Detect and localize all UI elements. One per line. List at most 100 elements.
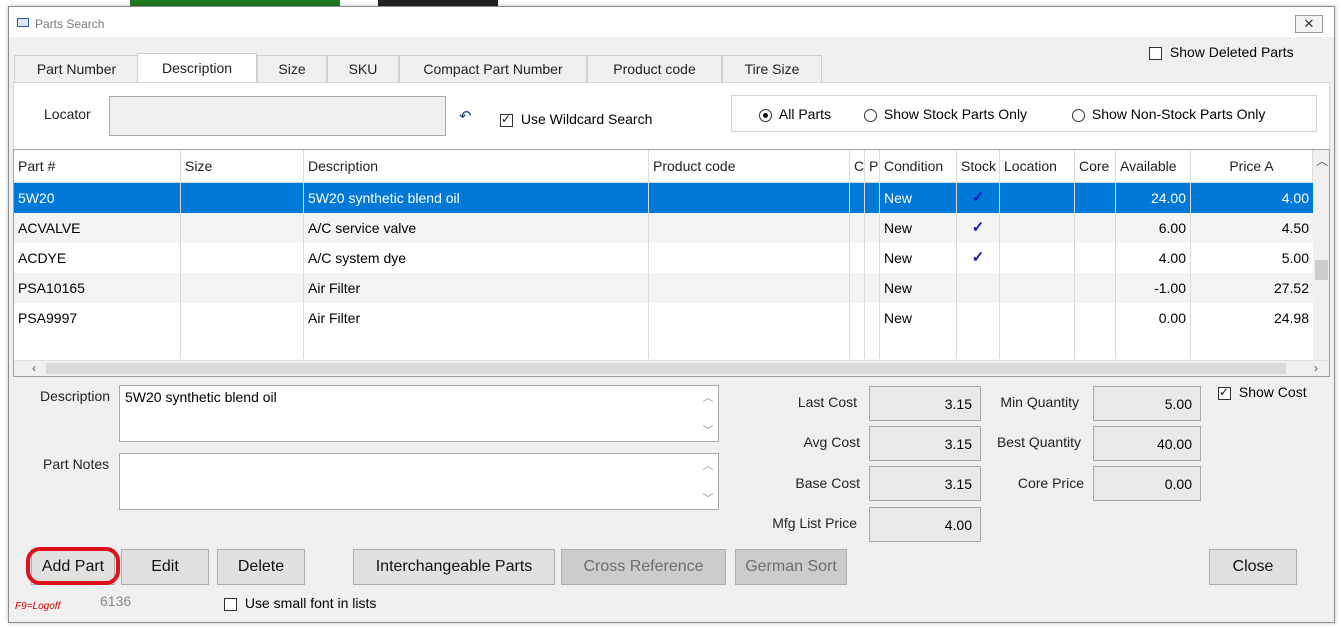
cell-product	[649, 213, 849, 243]
cell-part: 5W20	[18, 190, 55, 206]
core-price-field: 0.00	[1093, 466, 1201, 501]
cell-core	[1075, 273, 1115, 303]
cell-condition: New	[884, 280, 913, 296]
table-row[interactable]: PSA9997 Air Filter New 0.00 24.98	[14, 303, 1314, 333]
cell-part: PSA9997	[18, 310, 78, 326]
table-row[interactable]: ACVALVE A/C service valve New ✓ 6.00 4.50	[14, 213, 1314, 243]
show-cost-checkbox[interactable]: Show Cost	[1218, 384, 1307, 400]
scroll-right-icon[interactable]: ›	[1314, 361, 1318, 375]
close-button[interactable]: Close	[1209, 549, 1297, 585]
description-textarea[interactable]: 5W20 synthetic blend oil ︿ ﹀	[119, 385, 719, 442]
edit-button[interactable]: Edit	[121, 549, 209, 585]
german-sort-button[interactable]: German Sort	[735, 549, 847, 585]
small-font-checkbox[interactable]: Use small font in lists	[224, 595, 376, 611]
min-quantity-label: Min Quantity	[1000, 394, 1079, 410]
tab-sku[interactable]: SKU	[327, 55, 399, 82]
wildcard-check-icon[interactable]	[500, 112, 513, 127]
table-row[interactable]: ACDYE A/C system dye New ✓ 4.00 5.00	[14, 243, 1314, 273]
all-parts-radio-icon[interactable]	[759, 108, 772, 122]
col-header-product-code[interactable]: Product code	[649, 150, 850, 182]
col-divider	[1115, 183, 1116, 359]
cell-price-a: 5.00	[1281, 250, 1309, 266]
grid-rows: 5W20 5W20 synthetic blend oil New ✓ 24.00 4.0…	[14, 183, 1314, 360]
show-deleted-checkbox[interactable]: Show Deleted Parts	[1149, 44, 1294, 60]
scroll-left-icon[interactable]: ‹	[32, 361, 36, 375]
cell-p	[865, 213, 879, 243]
col-header-c[interactable]: C	[850, 150, 865, 182]
cell-size	[181, 303, 303, 333]
cell-available: -1.00	[1154, 280, 1186, 296]
col-header-size[interactable]: Size	[181, 150, 304, 182]
col-divider	[999, 183, 1000, 359]
cell-c	[850, 303, 864, 333]
col-divider	[1074, 183, 1075, 359]
last-cost-field: 3.15	[869, 386, 981, 421]
wildcard-checkbox[interactable]: Use Wildcard Search	[500, 111, 652, 127]
col-header-condition[interactable]: Condition	[880, 150, 957, 182]
cell-price-a: 27.52	[1273, 280, 1309, 296]
logoff-hint: F9=Logoff	[15, 601, 61, 612]
show-cost-label: Show Cost	[1238, 384, 1307, 400]
col-header-p[interactable]: P	[865, 150, 880, 182]
cell-product	[649, 273, 849, 303]
window-close-button[interactable]: ✕	[1295, 15, 1323, 33]
notes-scroll-up-icon[interactable]: ︿	[700, 457, 716, 473]
cell-core	[1075, 213, 1115, 243]
best-quantity-field: 40.00	[1093, 426, 1201, 461]
parts-grid[interactable]: Part # Size Description Product code C P…	[13, 149, 1330, 377]
radio-non-stock-only[interactable]: Show Non-Stock Parts Only	[1072, 106, 1265, 122]
cell-size	[181, 213, 303, 243]
undo-icon[interactable]: ↶	[459, 107, 472, 125]
delete-button[interactable]: Delete	[217, 549, 305, 585]
col-header-description[interactable]: Description	[304, 150, 649, 182]
stock-only-label: Show Stock Parts Only	[883, 106, 1028, 122]
radio-all-parts[interactable]: All Parts	[759, 106, 831, 122]
cross-reference-button[interactable]: Cross Reference	[561, 549, 726, 585]
scroll-up-icon[interactable]: ︿	[1316, 152, 1328, 169]
cell-part: ACVALVE	[18, 220, 81, 236]
vertical-scroll-thumb[interactable]	[1315, 260, 1328, 280]
part-notes-textarea[interactable]: ︿ ﹀	[119, 453, 719, 510]
tab-description[interactable]: Description	[137, 53, 257, 83]
col-divider	[864, 183, 865, 359]
col-header-stock[interactable]: Stock	[957, 150, 1000, 182]
horizontal-scroll-thumb[interactable]	[46, 363, 1286, 374]
vertical-scrollbar[interactable]: ︿	[1313, 150, 1329, 360]
tab-size[interactable]: Size	[257, 55, 327, 82]
col-header-core[interactable]: Core	[1075, 150, 1116, 182]
table-row[interactable]: PSA10165 Air Filter New -1.00 27.52	[14, 273, 1314, 303]
cell-core	[1075, 183, 1115, 213]
col-header-part[interactable]: Part #	[14, 150, 181, 182]
cell-available: 4.00	[1158, 250, 1186, 266]
col-divider	[303, 183, 304, 359]
col-header-available[interactable]: Available	[1116, 150, 1191, 182]
show-cost-check-icon[interactable]	[1218, 385, 1231, 400]
cell-p	[865, 243, 879, 273]
col-header-location[interactable]: Location	[1000, 150, 1075, 182]
cell-part: PSA10165	[18, 280, 85, 296]
interchangeable-parts-button[interactable]: Interchangeable Parts	[353, 549, 555, 585]
table-row[interactable]: 5W20 5W20 synthetic blend oil New ✓ 24.00 4.0…	[14, 183, 1314, 213]
cell-part: ACDYE	[18, 250, 67, 266]
cell-condition: New	[884, 250, 913, 266]
locator-label: Locator	[44, 106, 91, 122]
locator-input[interactable]	[109, 96, 446, 136]
col-header-price-a[interactable]: Price A	[1191, 150, 1313, 182]
cell-price-a: 4.00	[1281, 190, 1309, 206]
tab-product-code[interactable]: Product code	[587, 55, 722, 82]
cell-product	[649, 243, 849, 273]
non-stock-only-radio-icon[interactable]	[1072, 108, 1085, 122]
cell-core	[1075, 243, 1115, 273]
cell-desc: A/C system dye	[308, 250, 407, 266]
tab-tire-size[interactable]: Tire Size	[722, 55, 822, 82]
tab-compact-part-number[interactable]: Compact Part Number	[399, 55, 587, 82]
notes-scroll-down-icon[interactable]: ﹀	[700, 490, 716, 506]
small-font-check-icon[interactable]	[224, 597, 237, 611]
radio-stock-only[interactable]: Show Stock Parts Only	[864, 106, 1027, 122]
non-stock-only-label: Show Non-Stock Parts Only	[1091, 106, 1266, 122]
show-deleted-check-icon[interactable]	[1149, 46, 1162, 60]
stock-only-radio-icon[interactable]	[864, 108, 877, 122]
col-divider	[1190, 183, 1191, 359]
cell-desc: A/C service valve	[308, 220, 417, 236]
tab-part-number[interactable]: Part Number	[14, 55, 139, 82]
